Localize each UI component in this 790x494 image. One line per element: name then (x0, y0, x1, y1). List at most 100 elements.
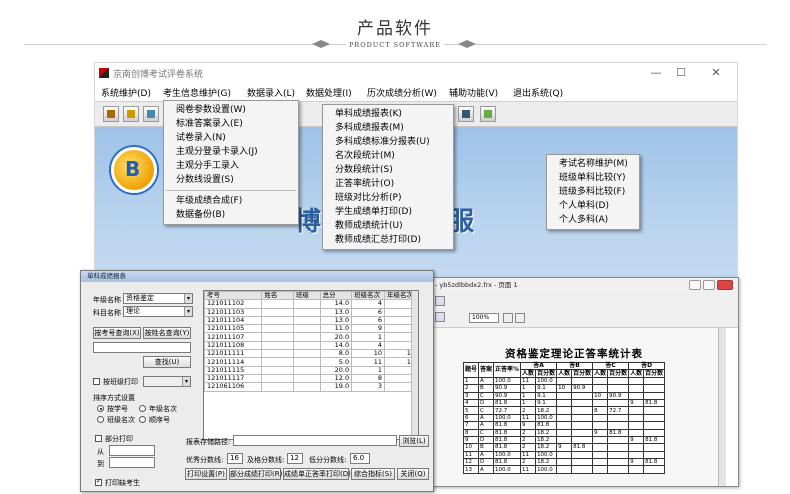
report-cell: A (478, 376, 495, 386)
menu-option-paper[interactable]: 试卷录入(N) (164, 131, 298, 145)
report-cell: 90.9 (493, 384, 522, 393)
col-answer-c: 答C (592, 361, 630, 371)
report-cell (607, 398, 630, 408)
close-button[interactable]: ✕ (706, 65, 726, 81)
menu-option-score-stat[interactable]: 分数段统计(S) (323, 163, 453, 177)
menu-option-answers[interactable]: 标准答案录入(E) (164, 117, 298, 131)
sort-by-id-radio[interactable] (97, 405, 104, 412)
sort-by-grade-rank-radio[interactable] (139, 405, 146, 412)
menu-option-teacher-stat[interactable]: 教师成绩统计(U) (323, 219, 453, 233)
print-absent-label: 打印缺考生 (105, 479, 140, 487)
partial-score-print-button[interactable]: 部分成绩打印(R) (229, 468, 282, 480)
menu-option-manual[interactable]: 主观分手工录入 (164, 159, 298, 173)
menu-option-card[interactable]: 主观分登录卡录入(J) (164, 145, 298, 159)
menu-option-cutline[interactable]: 分数线设置(S) (164, 173, 298, 187)
menu-option-class-single[interactable]: 班级单科比较(Y) (547, 171, 639, 185)
sort-by-class-rank-radio[interactable] (97, 416, 104, 423)
menu-option-transcript[interactable]: 学生成绩单打印(D) (323, 205, 453, 219)
table-cell (292, 382, 321, 392)
query-by-number-button[interactable]: 按考号查询(X) (93, 327, 141, 339)
report-cell: 2 (520, 406, 537, 415)
maximize-button[interactable]: ☐ (671, 65, 691, 81)
report-cell (592, 398, 609, 408)
search-input[interactable] (93, 342, 191, 353)
close-preview-icon[interactable] (515, 313, 525, 323)
table-cell: 11.0 (319, 324, 353, 334)
menu-option-multi-report[interactable]: 多科成绩报表(M) (323, 121, 453, 135)
table-row[interactable]: 12101110214.044 (204, 299, 418, 309)
toolbar-edit-icon[interactable] (123, 106, 139, 122)
table-row[interactable]: 1210111118.01010 (204, 349, 418, 359)
minimize-button[interactable]: — (646, 65, 666, 81)
print-absent-checkbox[interactable]: ✓ (95, 477, 102, 486)
preview-scrollbar[interactable] (718, 328, 726, 486)
partial-print-checkbox[interactable] (95, 435, 102, 442)
find-button[interactable]: 查找(U) (143, 356, 191, 368)
table-cell (261, 332, 294, 342)
menu-option-teacher-summary[interactable]: 教师成绩汇总打印(D) (323, 233, 453, 247)
table-cell (261, 324, 294, 334)
to-input[interactable] (109, 457, 155, 468)
zoom-select[interactable]: 100% (469, 313, 499, 323)
class-print-checkbox[interactable] (93, 378, 100, 385)
table-row[interactable]: 1210111145.01111 (204, 357, 418, 367)
indicators-button[interactable]: 综合指标(S) (351, 468, 395, 480)
menu-aux[interactable]: 辅助功能(V) (449, 86, 498, 99)
excellent-input[interactable]: 16 (227, 453, 243, 464)
toolbar-new-icon[interactable] (103, 106, 119, 122)
subheader-cell: 人数 (628, 369, 645, 378)
close-dialog-button[interactable]: 关闭(Q) (397, 468, 429, 480)
preview-minimize-button[interactable] (689, 280, 701, 290)
menu-option-person-multi[interactable]: 个人多科(A) (547, 213, 639, 227)
preview-close-button[interactable] (717, 280, 733, 290)
grade-select[interactable]: 资格鉴定 ▾ (123, 293, 193, 304)
menu-option-single-report[interactable]: 单科成绩报表(K) (323, 107, 453, 121)
menu-exit[interactable]: 退出系统(Q) (513, 86, 563, 99)
first-page-icon[interactable] (435, 296, 445, 306)
report-cell: 81.8 (571, 443, 594, 452)
menu-option-class-compare[interactable]: 班级对比分析(P) (323, 191, 453, 205)
query-by-name-button[interactable]: 按姓名查询(Y) (143, 327, 191, 339)
preview-maximize-button[interactable] (703, 280, 715, 290)
report-cell (571, 413, 594, 423)
menu-option-standard-report[interactable]: 多科成绩标准分报表(U) (323, 135, 453, 149)
menu-option-person-single[interactable]: 个人单科(D) (547, 199, 639, 213)
prev-page-icon[interactable] (435, 312, 445, 322)
sort-by-order-radio[interactable] (139, 416, 146, 423)
browse-button[interactable]: 浏览(L) (399, 435, 429, 447)
print-setup-button[interactable]: 打印设置(P) (185, 468, 227, 480)
print-icon[interactable] (503, 313, 513, 323)
subject-select[interactable]: 理论 ▾ (123, 306, 193, 317)
table-row[interactable]: 12101110511.099 (204, 324, 418, 334)
report-cell: 18.2 (535, 443, 558, 452)
menu-option-class-multi[interactable]: 班级多科比较(F) (547, 185, 639, 199)
path-input[interactable] (233, 435, 397, 446)
menu-option-exam-name[interactable]: 考试名称维护(M) (547, 157, 639, 171)
menu-examinee-info[interactable]: 考生信息维护(G) (163, 86, 231, 99)
menu-system[interactable]: 系统维护(D) (101, 86, 151, 99)
menu-option-rank-stat[interactable]: 名次段统计(M) (323, 149, 453, 163)
report-cell: 9 (592, 428, 609, 437)
report-cell: 5 (462, 406, 480, 415)
pass-input[interactable]: 12 (287, 453, 303, 464)
report-cell: 9 (628, 398, 645, 408)
menu-data-entry[interactable]: 数据录入(L) (247, 86, 295, 99)
low-input[interactable]: 6.0 (350, 453, 370, 464)
report-cell (556, 458, 573, 467)
menu-option-backup[interactable]: 数据备份(B) (164, 208, 298, 222)
report-cell: A (478, 413, 495, 423)
menu-option-grade-merge[interactable]: 年级成绩合成(F) (164, 194, 298, 208)
grid-scrollbar[interactable] (411, 291, 418, 439)
menu-option-correct-rate[interactable]: 正答率统计(O) (323, 177, 453, 191)
report-cell: C (478, 391, 495, 400)
toolbar-exit-icon[interactable] (480, 106, 496, 122)
menu-data-processing[interactable]: 数据处理(I) (306, 86, 352, 99)
from-input[interactable] (109, 445, 155, 456)
table-row[interactable]: 12106110619.033 (204, 382, 418, 392)
transcript-rate-print-button[interactable]: 成绩单正答率打印(D) (283, 468, 351, 480)
toolbar-print-icon[interactable] (458, 106, 474, 122)
menu-option-params[interactable]: 阅卷参数设置(W) (164, 103, 298, 117)
menu-history-analysis[interactable]: 历次成绩分析(W) (367, 86, 437, 99)
class-select[interactable]: ▾ (143, 376, 191, 387)
toolbar-open-icon[interactable] (143, 106, 159, 122)
